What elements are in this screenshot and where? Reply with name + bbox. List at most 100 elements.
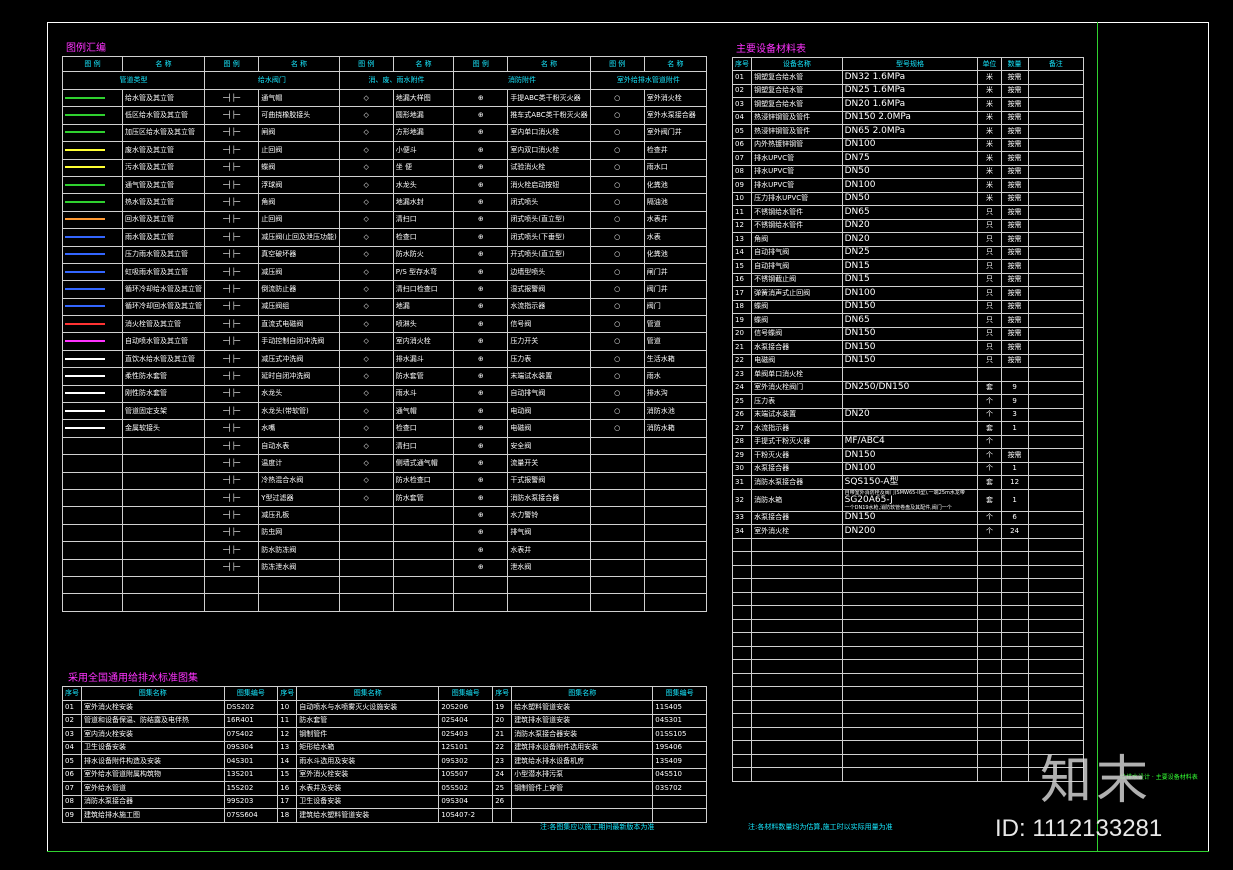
legend-label-cell: 循环冷却回水管及其立管	[122, 297, 205, 317]
legend-symbol-cell: ○	[589, 402, 645, 421]
legend-symbol-cell: ○	[589, 315, 645, 334]
equipment-cell: MF/ABC4	[841, 434, 979, 449]
legend-symbol-cell: ○	[589, 141, 645, 160]
equipment-header-cell: 序号	[731, 57, 753, 71]
standards-cell: 02	[62, 713, 82, 728]
equipment-cell: 水泵接合器	[751, 510, 843, 525]
equipment-cell	[977, 740, 1002, 755]
equipment-cell: 18	[731, 299, 753, 314]
equipment-cell	[731, 591, 753, 606]
standards-cell: 钢制管件	[296, 727, 440, 742]
equipment-cell: 按需	[1000, 97, 1029, 112]
valve-label: 防虫网	[261, 528, 283, 537]
standards-row: 07 室外给水管道 15S202 16 水表井及安装 05S502 25 钢制管件上穿管 03S…	[62, 781, 707, 796]
fire-label: 排气阀	[510, 528, 532, 537]
equipment-header-row: 序号 设备名称 型号规格 单位 数量 备注	[731, 57, 1085, 71]
valve-label: 防冻泄水阀	[261, 563, 297, 572]
equipment-cell: DN250/DN150	[841, 380, 979, 395]
legend-symbol-cell: ◇	[338, 367, 394, 386]
legend-label-cell: 减压孔板	[258, 506, 340, 525]
legend-label-cell	[122, 436, 205, 456]
equipment-cell: 热浸锌钢管及管件	[751, 124, 843, 139]
equipment-cell	[1027, 510, 1085, 525]
watermark-logo: 知末	[1040, 751, 1153, 811]
equipment-row: 14 自动排气阀 DN25 只按需	[731, 245, 1085, 260]
equipment-cell: 10	[731, 191, 753, 206]
standards-cell: 23	[492, 754, 513, 769]
equipment-cell	[1000, 564, 1029, 579]
standards-header-cell: 图集编号	[438, 686, 494, 701]
equipment-row: 26 末端试水装置 DN20 个 3	[731, 407, 1085, 422]
equipment-cell: 21	[731, 340, 753, 355]
equipment-cell	[1027, 380, 1085, 395]
legend-label-cell: 末端试水装置	[507, 367, 591, 386]
equipment-cell: 31	[731, 475, 753, 490]
equipment-cell: 30	[731, 461, 753, 476]
legend-symbol-cell	[589, 593, 645, 612]
pipe-line-label: 管道固定支架	[125, 406, 167, 415]
legend-header-cell: 图 例	[203, 56, 260, 72]
equipment-cell: 米	[977, 124, 1002, 139]
equipment-cell: 个	[977, 434, 1002, 449]
equipment-cell: DN65 2.0MPa	[841, 124, 979, 139]
legend-symbol-cell: ◇	[338, 402, 394, 421]
fixture-label: P/S 型存水弯	[395, 267, 437, 276]
standards-cell: 24	[492, 767, 513, 782]
standards-cell: 10	[277, 700, 298, 715]
equipment-cell	[841, 686, 979, 701]
legend-label-cell: 室内单口消火栓	[507, 123, 591, 143]
legend-label-cell: 室内消火栓	[392, 332, 455, 351]
legend-symbol-cell	[62, 541, 123, 560]
standards-cell: 防水套管	[296, 713, 440, 728]
equipment-cell: 套	[977, 380, 1002, 395]
equipment-cell	[977, 726, 1002, 741]
legend-label-cell: 消火栓启动按钮	[507, 175, 591, 195]
equipment-cell: 按需	[1000, 340, 1029, 355]
equipment-row: 10 压力排水UPVC管 DN50 米按需	[731, 191, 1085, 206]
equipment-row	[731, 686, 1085, 701]
legend-label-cell: 热水管及其立管	[122, 193, 205, 212]
legend-label-cell	[643, 506, 708, 525]
legend-symbol-cell: ⊕	[453, 332, 509, 351]
fire-label: 湿式报警阀	[510, 284, 546, 293]
legend-row: ─┤├─ 防虫网 ⊕ 排气阀	[62, 523, 708, 543]
legend-label-cell: 电动阀	[507, 402, 591, 421]
legend-label-cell: 小便斗	[392, 141, 455, 160]
standards-row: 08 消防水泵接合器 99S203 17 卫生设备安装 09S304 26	[62, 794, 707, 809]
equipment-cell: 25	[731, 394, 753, 409]
equipment-cell	[751, 699, 843, 714]
equipment-cell: 只	[977, 353, 1002, 368]
equipment-cell: DN150	[841, 448, 979, 463]
standards-cell: 14	[277, 754, 298, 769]
legend-label-cell: Y型过滤器	[258, 488, 340, 508]
equipment-cell	[1027, 686, 1085, 701]
equipment-cell: 消防水箱	[751, 488, 843, 512]
equipment-cell: 水泵接合器	[751, 340, 843, 355]
equipment-cell	[1000, 699, 1029, 714]
equipment-cell	[1000, 537, 1029, 552]
legend-row: ─┤├─ 自动水表 ◇ 清扫口 ⊕ 安全阀	[62, 436, 708, 456]
legend-symbol-cell	[62, 419, 123, 438]
legend-symbol-cell: ─┤├─	[203, 158, 260, 177]
legend-symbol-cell: ◇	[338, 262, 394, 282]
legend-symbol-cell: ○	[589, 88, 645, 108]
outdoor-label: 消防水池	[646, 406, 675, 415]
legend-label-cell: 电磁阀	[507, 419, 591, 438]
equipment-cell	[751, 564, 843, 579]
legend-symbol-cell: ○	[589, 175, 645, 195]
equipment-row: 05 热浸锌钢管及管件 DN65 2.0MPa 米按需	[731, 124, 1085, 139]
standards-cell: 卫生设备安装	[81, 740, 225, 755]
equipment-cell	[1000, 686, 1029, 701]
legend-symbol-cell: ─┤├─	[203, 315, 260, 334]
legend-symbol-cell: ◇	[338, 210, 394, 230]
equipment-cell: 按需	[1000, 326, 1029, 341]
equipment-cell	[1027, 151, 1085, 166]
legend-row	[62, 575, 708, 595]
legend-symbol-cell	[62, 193, 123, 212]
equipment-cell: 蝶阀	[751, 299, 843, 314]
equipment-cell	[1027, 205, 1085, 220]
standards-cell: 05	[62, 754, 82, 769]
legend-symbol-cell	[338, 593, 394, 612]
equipment-cell: 06	[731, 137, 753, 152]
equipment-cell: 套	[977, 488, 1002, 512]
